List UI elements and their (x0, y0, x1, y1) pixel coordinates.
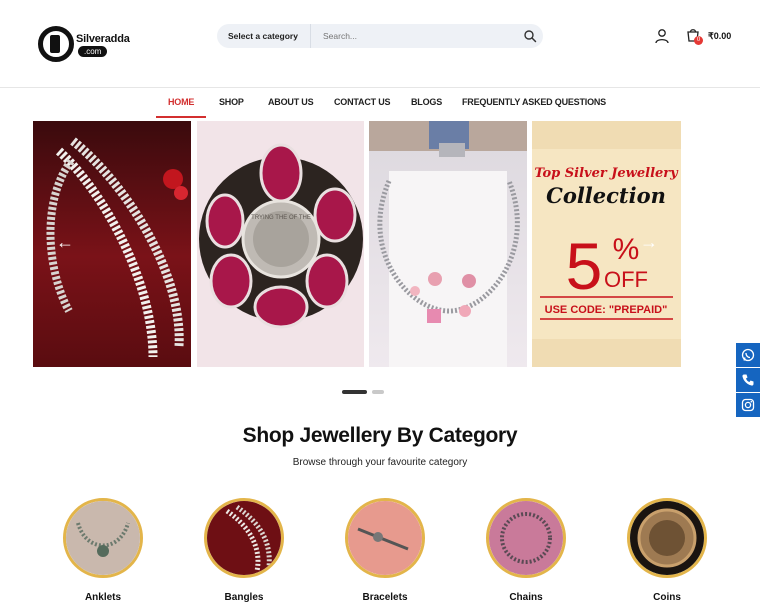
category-anklets-label[interactable]: Anklets (53, 592, 153, 603)
nav-blogs[interactable]: BLOGS (411, 97, 442, 107)
cart-total[interactable]: ₹0.00 (708, 31, 731, 42)
slider-next-arrow-icon[interactable]: → (640, 232, 658, 253)
nav-active-indicator (156, 116, 206, 118)
logo-mark (38, 26, 74, 62)
main-nav: HOME SHOP ABOUT US CONTACT US BLOGS FREQ… (0, 88, 760, 118)
category-bracelets-label[interactable]: Bracelets (335, 592, 435, 603)
category-bracelets-image[interactable] (345, 498, 425, 578)
promo-headline-top: Top Silver Jewellery (534, 166, 679, 181)
promo-discount-off: OFF (604, 267, 648, 292)
search-icon[interactable] (523, 29, 537, 43)
whatsapp-icon (741, 348, 755, 362)
category-bangles-label[interactable]: Bangles (194, 592, 294, 603)
whatsapp-button[interactable] (736, 343, 760, 367)
logo-brand-suffix: .com (78, 46, 108, 57)
phone-icon (742, 374, 754, 386)
category-select-label: Select a category (228, 31, 298, 41)
instagram-icon (741, 398, 755, 412)
nav-shop[interactable]: SHOP (219, 97, 244, 107)
section-subtitle: Browse through your favourite category (292, 457, 468, 468)
nav-about-us[interactable]: ABOUT US (268, 97, 314, 107)
logo-brand-name: Silveradda (76, 33, 130, 45)
category-bangles-image[interactable] (204, 498, 284, 578)
promo-code: USE CODE: "PREPAID" (545, 304, 668, 316)
slider-prev-arrow-icon[interactable]: ← (56, 232, 74, 253)
user-icon[interactable] (654, 28, 670, 44)
slider-dot[interactable] (372, 390, 384, 394)
slide-image-bracelet (369, 121, 527, 367)
nav-contact-us[interactable]: CONTACT US (334, 97, 391, 107)
slide-image-ring: TRYING THE OF THE (197, 121, 364, 367)
category-chains-label[interactable]: Chains (476, 592, 576, 603)
search-bar: Select a category ⌄ (217, 24, 543, 48)
phone-button[interactable] (736, 368, 760, 392)
site-header: Silveradda .com Select a category ⌄ 0 ₹0… (0, 0, 760, 88)
category-chains-image[interactable] (486, 498, 566, 578)
promo-discount-number: 5 (566, 229, 603, 303)
category-coins-image[interactable] (627, 498, 707, 578)
cart-count-badge: 0 (694, 36, 703, 45)
nav-home[interactable]: HOME (168, 97, 194, 107)
site-logo[interactable]: Silveradda .com (38, 24, 130, 64)
slide-promo-banner[interactable]: Top Silver Jewellery Collection 5 % OFF … (532, 121, 681, 367)
category-coins-label[interactable]: Coins (617, 592, 717, 603)
promo-headline-main: Collection (546, 183, 666, 208)
section-title: Shop Jewellery By Category (242, 424, 518, 447)
search-input[interactable] (315, 26, 515, 46)
instagram-button[interactable] (736, 393, 760, 417)
slider-dot-active[interactable] (342, 390, 367, 394)
promo-discount-percent: % (613, 233, 640, 266)
category-anklets-image[interactable] (63, 498, 143, 578)
chevron-down-icon: ⌄ (292, 31, 299, 40)
nav-faq[interactable]: FREQUENTLY ASKED QUESTIONS (462, 97, 606, 107)
ring-coin-text: TRYING THE OF THE (251, 215, 311, 221)
hero-slider[interactable]: TRYING THE OF THE Top Silver Jewellery C… (33, 121, 681, 367)
